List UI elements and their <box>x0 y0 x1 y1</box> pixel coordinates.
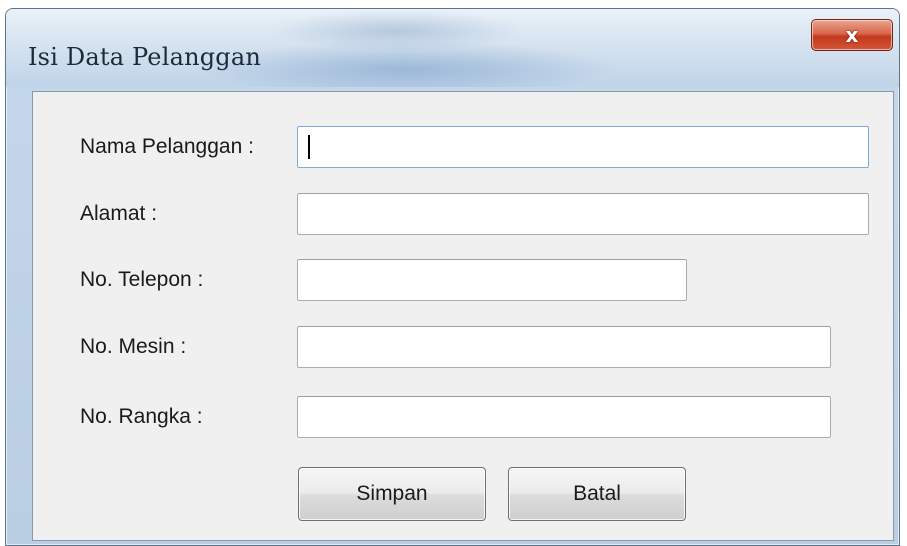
label-no-rangka: No. Rangka : <box>80 405 203 428</box>
form-panel: Nama Pelanggan : Alamat : No. Telepon : … <box>32 91 894 541</box>
no-telepon-input[interactable] <box>297 259 687 301</box>
close-icon: x <box>845 23 859 47</box>
dialog-window: Isi Data Pelanggan x Nama Pelanggan : Al… <box>5 8 900 546</box>
close-button[interactable]: x <box>811 19 893 51</box>
text-caret <box>308 135 310 159</box>
label-no-mesin: No. Mesin : <box>80 335 187 358</box>
label-alamat: Alamat : <box>80 202 158 225</box>
label-nama-pelanggan: Nama Pelanggan : <box>80 135 254 158</box>
alamat-input[interactable] <box>297 193 869 235</box>
no-rangka-input[interactable] <box>297 396 831 438</box>
nama-pelanggan-input[interactable] <box>297 126 869 168</box>
title-bar[interactable]: Isi Data Pelanggan x <box>6 9 899 87</box>
cancel-button[interactable]: Batal <box>508 467 686 521</box>
no-mesin-input[interactable] <box>297 326 831 368</box>
window-title: Isi Data Pelanggan <box>28 43 262 71</box>
label-no-telepon: No. Telepon : <box>80 268 204 291</box>
save-button[interactable]: Simpan <box>298 467 486 521</box>
